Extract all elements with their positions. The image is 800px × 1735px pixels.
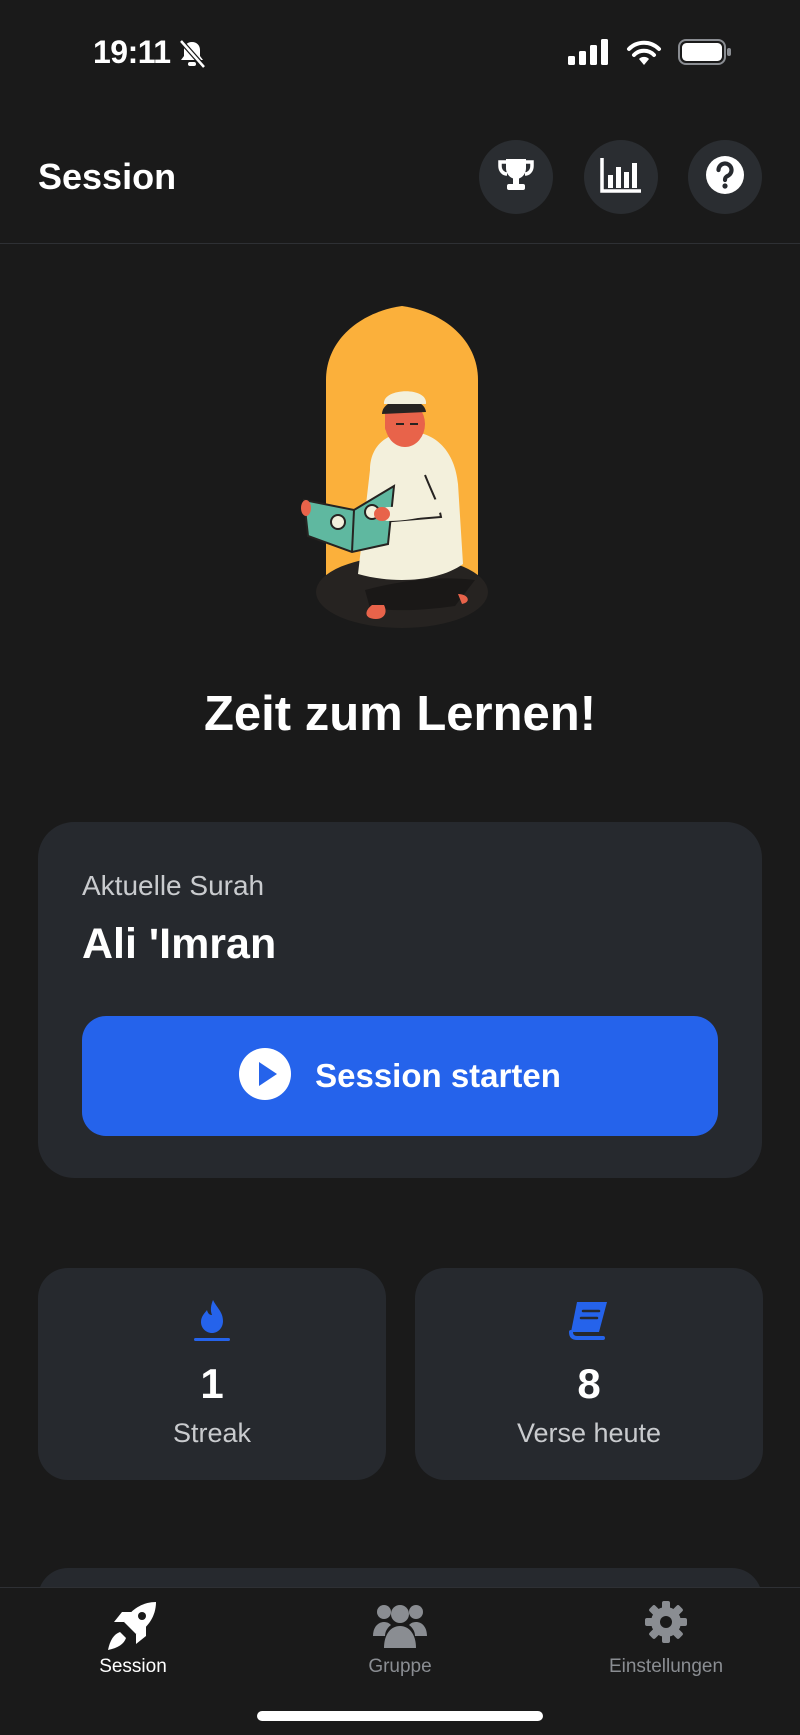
tab-session[interactable]: Session <box>33 1588 233 1688</box>
gear-icon <box>644 1600 688 1649</box>
signal-icon <box>568 39 610 70</box>
surah-name: Ali 'Imran <box>82 920 277 968</box>
home-indicator <box>257 1711 543 1721</box>
status-time: 19:11 <box>93 34 171 70</box>
question-circle-icon <box>705 155 745 200</box>
streak-card: 1 Streak <box>38 1268 386 1480</box>
play-circle-icon <box>239 1047 292 1105</box>
streak-value: 1 <box>200 1360 224 1407</box>
start-session-label: Session starten <box>315 1057 561 1094</box>
trophy-icon <box>496 155 536 200</box>
status-bar: 19:11 <box>0 0 800 110</box>
verses-today-value: 8 <box>577 1360 601 1407</box>
book-icon <box>567 1298 611 1345</box>
tab-settings[interactable]: Einstellungen <box>566 1588 766 1688</box>
achievements-button[interactable] <box>479 140 553 214</box>
tab-group-label: Gruppe <box>368 1656 432 1677</box>
start-session-button[interactable]: Session starten <box>82 1016 718 1136</box>
current-surah-card: Aktuelle Surah Ali 'Imran Session starte… <box>38 822 762 1178</box>
verses-today-label: Verse heute <box>516 1418 662 1448</box>
page-title: Session <box>38 156 177 197</box>
bar-chart-icon <box>599 156 643 199</box>
statistics-button[interactable] <box>584 140 658 214</box>
streak-label: Streak <box>172 1418 252 1448</box>
surah-label: Aktuelle Surah <box>82 870 265 901</box>
users-icon <box>373 1600 427 1655</box>
flame-icon <box>193 1298 231 1347</box>
tab-group[interactable]: Gruppe <box>300 1588 500 1688</box>
reading-illustration <box>300 300 500 640</box>
rocket-icon <box>106 1600 160 1657</box>
verses-today-card: 8 Verse heute <box>415 1268 763 1480</box>
hero-title: Zeit zum Lernen! <box>203 687 597 741</box>
tab-settings-label: Einstellungen <box>608 1656 724 1677</box>
wifi-icon <box>626 39 662 70</box>
tab-session-label: Session <box>99 1656 167 1677</box>
help-button[interactable] <box>688 140 762 214</box>
bell-muted-icon <box>178 39 206 74</box>
header: Session <box>0 110 800 244</box>
battery-icon <box>678 38 732 71</box>
